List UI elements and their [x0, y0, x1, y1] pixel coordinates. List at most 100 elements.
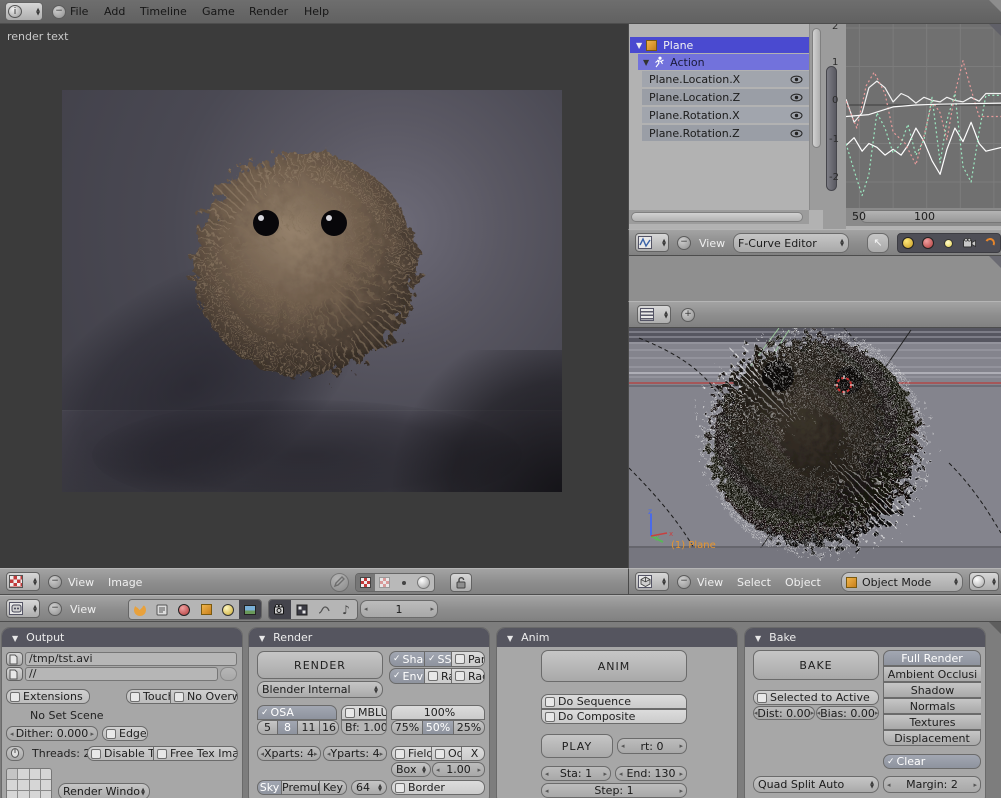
image-menu-image[interactable]: Image — [104, 570, 146, 595]
mini-editor-type-button[interactable] — [637, 305, 671, 324]
bake-mode-textures[interactable]: Textures — [883, 714, 981, 730]
file-browse-icon[interactable] — [6, 652, 23, 666]
panel-output-header[interactable]: ▼Output — [2, 628, 242, 647]
action-channel-row[interactable]: ▼ Action — [638, 54, 809, 70]
channel-row[interactable]: Plane.Rotation.Z — [642, 125, 809, 141]
shading-context-icon[interactable] — [173, 600, 195, 619]
area-corner-widget[interactable] — [989, 0, 1001, 12]
panel-bake-header[interactable]: ▼Bake — [745, 628, 985, 647]
camera-filter-icon[interactable] — [958, 234, 980, 252]
fcurve-vscrollbar[interactable]: 2 1 0 -1 -2 — [823, 24, 846, 229]
clear-toggle[interactable]: Clear — [883, 754, 981, 769]
extensions-toggle[interactable]: Extensions — [6, 689, 90, 704]
do-sequence-toggle[interactable]: Do Sequence — [541, 694, 687, 709]
image-fade-icon[interactable] — [375, 574, 394, 591]
osa-16-button[interactable]: 16 — [319, 720, 339, 735]
blur-factor-field[interactable]: Bf: 1.00 — [341, 720, 387, 735]
window-type-button[interactable]: i — [5, 2, 43, 21]
eye-icon[interactable] — [790, 75, 803, 84]
osa-11-button[interactable]: 11 — [297, 720, 319, 735]
world-filter-icon[interactable] — [898, 234, 918, 252]
lock-icon[interactable] — [450, 573, 472, 592]
file-browse-icon[interactable] — [6, 667, 23, 681]
area-corner-widget[interactable] — [989, 622, 1001, 634]
image-dot-icon[interactable] — [394, 574, 413, 591]
fcurve-editor-type-button[interactable] — [635, 233, 669, 252]
size-25-button[interactable]: 25% — [453, 720, 485, 735]
anim-subcontext-icon[interactable] — [291, 600, 313, 619]
osa-toggle[interactable]: OSA — [257, 705, 337, 720]
eye-icon[interactable] — [790, 129, 803, 138]
viewport-menu-object[interactable]: Object — [781, 570, 825, 595]
sound-subcontext-icon[interactable]: ♪ — [335, 600, 357, 619]
render-display-grid[interactable] — [6, 768, 52, 798]
filter-size-stepper[interactable]: 1.00 — [432, 762, 485, 777]
margin-stepper[interactable]: Margin: 2 — [883, 776, 981, 793]
menu-help[interactable]: Help — [300, 0, 333, 24]
engine-dropdown[interactable]: Blender Internal — [257, 681, 383, 698]
dist-stepper[interactable]: Dist: 0.00 — [753, 706, 815, 720]
menu-timeline[interactable]: Timeline — [136, 0, 191, 24]
odd-toggle[interactable]: Odd — [431, 746, 461, 761]
touch-toggle[interactable]: Touch — [126, 689, 170, 704]
border-toggle[interactable]: Border — [391, 780, 485, 795]
step-stepper[interactable]: Step: 1 — [541, 783, 687, 798]
curve-subcontext-icon[interactable] — [313, 600, 335, 619]
fcurve-collapse-button[interactable]: − — [677, 236, 691, 250]
osa-8-button-active[interactable]: 8 — [277, 720, 297, 735]
alpha-premul-button[interactable]: Premul — [281, 780, 319, 795]
osa-5-button[interactable]: 5 — [257, 720, 277, 735]
image-editor-type-button[interactable] — [6, 572, 40, 591]
play-button[interactable]: PLAY — [541, 734, 613, 758]
viewport-menu-select[interactable]: Select — [733, 570, 775, 595]
buttons-type-button[interactable] — [6, 599, 40, 618]
buttons-window[interactable]: ▼Output /tmp/tst.avi // Extensions Touch… — [0, 622, 1001, 798]
logic-context-icon[interactable] — [129, 600, 151, 619]
ray-toggle[interactable]: Ra — [424, 668, 451, 684]
render-subcontext-icon-active[interactable] — [269, 600, 291, 619]
fcurve-hscrollbar[interactable]: 50 100 — [846, 208, 1001, 226]
channel-row[interactable]: Plane.Location.Z — [642, 89, 809, 105]
expand-triangle-icon[interactable]: ▼ — [636, 41, 642, 50]
do-composite-toggle[interactable]: Do Composite — [541, 709, 687, 724]
frame-number-field[interactable]: 1 — [360, 600, 438, 618]
fcurve-channel-area[interactable]: ▼ Plane ▼ Action Plane.Location.X Plane.… — [628, 24, 1001, 229]
menu-game[interactable]: Game — [198, 0, 239, 24]
object-context-icon[interactable] — [195, 600, 217, 619]
xparts-stepper[interactable]: Xparts: 4 — [257, 746, 321, 761]
disable-tex-toggle[interactable]: Disable Tex — [87, 746, 153, 761]
render-button[interactable]: RENDER — [257, 651, 383, 679]
panel-render-header[interactable]: ▼Render — [249, 628, 489, 647]
lamp-filter-icon[interactable] — [938, 234, 958, 252]
expand-triangle-icon[interactable]: ▼ — [643, 58, 649, 67]
size-100-button[interactable]: 100% — [391, 705, 485, 720]
mode-dropdown[interactable]: Object Mode — [841, 572, 963, 592]
image-sphere-icon[interactable] — [413, 574, 434, 591]
backbuf-toggle-button[interactable] — [220, 667, 237, 681]
scene-context-icon-active[interactable] — [239, 600, 261, 619]
buttons-collapse-button[interactable]: − — [48, 602, 62, 616]
mblur-toggle[interactable]: MBLUR — [341, 705, 387, 720]
image-datablock-icon[interactable] — [356, 574, 375, 591]
no-overwrite-toggle[interactable]: No Overwrite — [170, 689, 238, 704]
channels-hscrollbar[interactable] — [629, 210, 809, 224]
bake-mode-ambient-occlusion[interactable]: Ambient Occlusi — [883, 666, 981, 682]
channel-row[interactable]: Plane.Rotation.X — [642, 107, 809, 123]
fields-toggle[interactable]: Fields — [391, 746, 431, 761]
collapse-menus-button[interactable]: − — [52, 5, 66, 19]
panel-anim-header[interactable]: ▼Anim — [497, 628, 737, 647]
free-tex-toggle[interactable]: Free Tex Imag — [153, 746, 238, 761]
mouse-placement-icon[interactable] — [6, 746, 24, 761]
area-corner-widget[interactable] — [989, 256, 1001, 268]
bake-mode-normals[interactable]: Normals — [883, 698, 981, 714]
channels-vscrollbar[interactable] — [809, 24, 823, 210]
menu-add[interactable]: Add — [100, 0, 129, 24]
fcurve-filter-icon[interactable] — [980, 234, 1000, 252]
bias-stepper[interactable]: Bias: 0.00 — [816, 706, 879, 720]
buttons-menu-view[interactable]: View — [66, 597, 100, 622]
radio-toggle[interactable]: Radi — [451, 668, 485, 684]
selected-to-active-toggle[interactable]: Selected to Active — [753, 690, 879, 705]
filter-dropdown[interactable]: Box — [391, 762, 431, 777]
yparts-stepper[interactable]: Yparts: 4 — [323, 746, 387, 761]
mini-expand-button[interactable]: + — [681, 308, 695, 322]
